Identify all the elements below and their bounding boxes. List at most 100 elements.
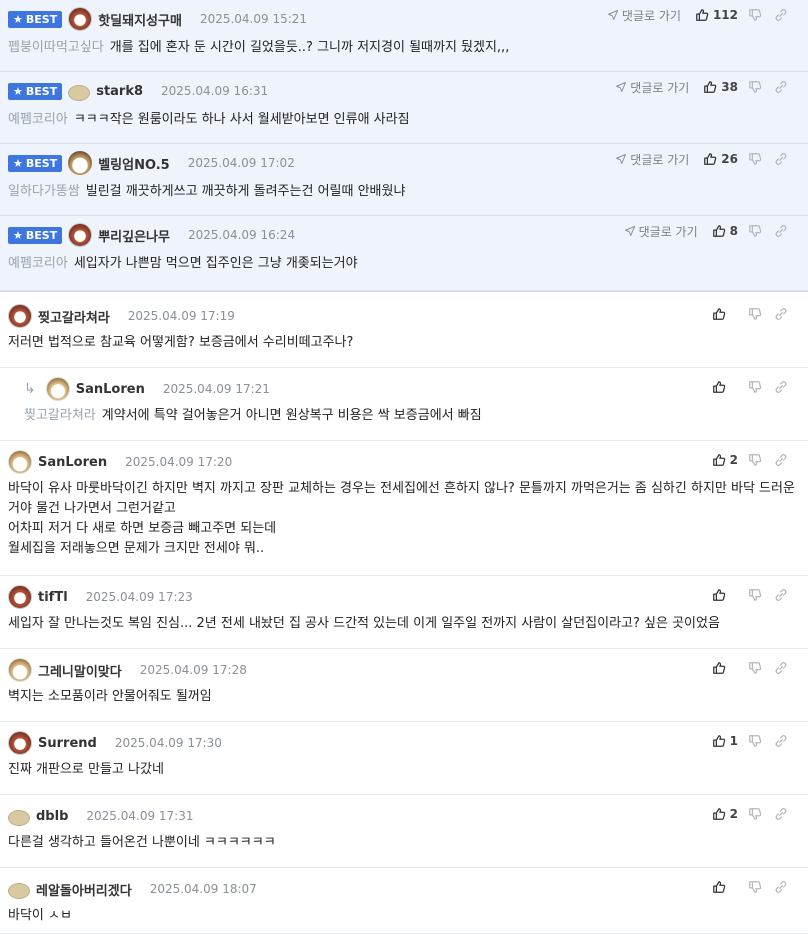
reply-target[interactable]: 일하다가똥쌈 [8,184,80,199]
thumbs-down-icon[interactable] [748,80,774,94]
author-nick[interactable]: 벨링엄NO.5 [98,154,170,173]
author-nick[interactable]: SanLoren [38,455,107,470]
author-nick[interactable]: 핫딜돼지성구매 [98,10,182,29]
reply-target[interactable]: 펩붕이따먹고싶다 [8,40,104,55]
link-icon[interactable] [774,661,800,675]
thumbs-down-icon[interactable] [748,152,774,166]
sand-avatar-icon [68,85,91,101]
comment-header: dblb 2025.04.09 17:31 [8,801,193,831]
comment-actions: 댓글로 가기 8 [624,216,800,246]
link-icon[interactable] [774,80,800,94]
reply-target[interactable]: 예펨코리아 [8,112,68,127]
author-nick[interactable]: Surrend [38,736,97,751]
thumbs-up-icon[interactable] [712,588,738,602]
comment-header: Surrend 2025.04.09 17:30 [8,728,222,758]
link-icon[interactable] [774,880,800,894]
thumbs-up-icon[interactable] [712,380,738,394]
comment-date: 2025.04.09 17:23 [85,590,193,604]
comment-actions: 댓글로 가기 26 [615,144,800,174]
comment-line: 월세집을 저래놓으면 문제가 크지만 전세야 뭐.. [8,541,265,556]
comment-header: ↳ SanLoren 2025.04.09 17:21 [24,374,270,404]
thumbs-down-icon[interactable] [748,307,774,321]
author-nick[interactable]: dblb [36,809,68,824]
comment-date: 2025.04.09 18:07 [149,882,257,896]
comment: 레알돌아버리겠다 2025.04.09 18:07 바닥이 ㅅㅂ [0,868,808,934]
author-nick[interactable]: 찢고갈라쳐라 [38,307,110,326]
like-count: 2 [729,453,738,467]
goto-reply-link[interactable]: 댓글로 가기 [624,223,698,240]
author-nick[interactable]: 레알돌아버리겠다 [36,880,132,899]
goto-reply-link[interactable]: 댓글로 가기 [607,7,681,24]
best-comment: ★ BEST 벨링엄NO.5 2025.04.09 17:02 일하다가똥쌈 빌린걸 깨끗… [0,144,808,216]
comment-actions [712,299,800,329]
author-nick[interactable]: 뿌리깊은나무 [98,226,170,245]
comment: Surrend 2025.04.09 17:30 진짜 개판으로 만들고 나갔네 1 [0,722,808,795]
link-icon[interactable] [774,8,800,22]
comment-date: 2025.04.09 17:31 [86,809,194,823]
link-icon[interactable] [774,807,800,821]
sand-avatar-icon [8,810,30,826]
author-nick[interactable]: tifTl [38,590,68,605]
goto-reply-label: 댓글로 가기 [621,8,681,23]
comment-body: 예펨코리아 ㅋㅋㅋ작은 원룸이라도 하나 사서 월세받아보면 인류애 사라짐 [8,110,410,130]
thumbs-down-icon[interactable] [748,224,774,238]
comment-body: 벽지는 소모품이라 안물어줘도 될꺼임 [8,687,212,707]
reply-target[interactable]: 찢고갈라쳐라 [24,408,96,423]
link-icon[interactable] [774,152,800,166]
link-icon[interactable] [774,224,800,238]
thumbs-up-icon[interactable]: 1 [712,734,738,748]
thumbs-down-icon[interactable] [748,380,774,394]
thumbs-up-icon[interactable]: 112 [695,8,738,22]
comment-line: 바닥이 유사 마룻바닥이긴 하지만 벽지 까지고 장판 교체하는 경우는 전세집… [8,481,795,516]
thumbs-down-icon[interactable] [748,807,774,821]
comment-date: 2025.04.09 16:24 [187,228,296,242]
thumbs-down-icon[interactable] [748,588,774,602]
best-comment: ★ BEST 뿌리깊은나무 2025.04.09 16:24 예펨코리아 세입자가 나쁜맘… [0,216,808,291]
thumbs-up-icon[interactable]: 38 [703,80,738,94]
comment-header: SanLoren 2025.04.09 17:20 [8,447,232,477]
comment-header: ★ BEST stark8 2025.04.09 16:31 [8,76,268,106]
comment-header: 찢고갈라쳐라 2025.04.09 17:19 [8,301,235,331]
link-icon[interactable] [774,453,800,467]
thumbs-down-icon[interactable] [748,661,774,675]
reply-target[interactable]: 예펨코리아 [8,256,68,271]
comment-line: 다른걸 생각하고 들어온건 나뿐이네 ㅋㅋㅋㅋㅋㅋ [8,835,276,850]
thumbs-up-icon[interactable]: 2 [712,453,738,467]
link-icon[interactable] [774,307,800,321]
like-count: 1 [729,734,738,748]
goto-reply-link[interactable]: 댓글로 가기 [615,79,689,96]
goto-reply-link[interactable]: 댓글로 가기 [615,151,689,168]
comment-header: ★ BEST 뿌리깊은나무 2025.04.09 16:24 [8,220,295,250]
comment-text: 빌린걸 깨끗하게쓰고 깨끗하게 돌려주는건 어릴때 안배웠냐 [85,184,406,199]
author-nick[interactable]: 그레니말이맞다 [38,661,122,680]
thumbs-down-icon[interactable] [748,880,774,894]
comment-header: 레알돌아버리겠다 2025.04.09 18:07 [8,874,257,904]
thumbs-up-icon[interactable] [712,880,738,894]
author-nick[interactable]: stark8 [96,84,143,99]
comment-body: 펩붕이따먹고싶다 개를 집에 혼자 둔 시간이 길었을듯..? 그니까 저지경이 … [8,38,509,58]
goto-reply-label: 댓글로 가기 [638,224,698,239]
best-label: BEST [25,12,58,26]
star-icon: ★ [13,156,23,170]
thumbs-down-icon[interactable] [748,8,774,22]
link-icon[interactable] [774,734,800,748]
thumbs-up-icon[interactable]: 2 [712,807,738,821]
thumbs-up-icon[interactable] [712,661,738,675]
thumbs-down-icon[interactable] [748,734,774,748]
best-label: BEST [25,156,58,170]
sand-avatar-icon [8,883,30,899]
thumbs-up-icon[interactable] [712,307,738,321]
author-nick[interactable]: SanLoren [76,382,145,397]
thumbs-up-icon[interactable]: 8 [712,224,738,238]
fox-avatar-icon [8,658,32,682]
comment-actions [712,872,800,902]
comment-text: 개를 집에 혼자 둔 시간이 길었을듯..? 그니까 저지경이 될때까지 뒀겠지… [109,40,510,55]
comment-date: 2025.04.09 17:20 [125,455,233,469]
comment-actions [712,372,800,402]
thumbs-up-icon[interactable]: 26 [703,152,738,166]
link-icon[interactable] [774,588,800,602]
fox-avatar-icon [8,450,32,474]
link-icon[interactable] [774,380,800,394]
thumbs-down-icon[interactable] [748,453,774,467]
comment-date: 2025.04.09 15:21 [199,12,308,26]
